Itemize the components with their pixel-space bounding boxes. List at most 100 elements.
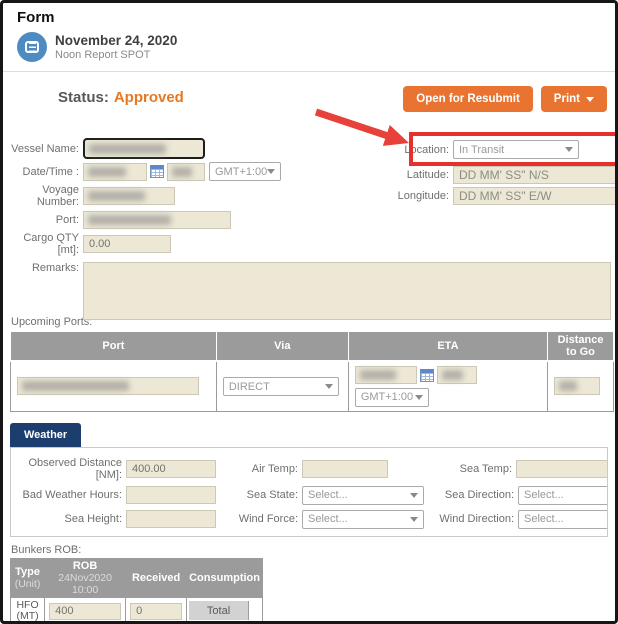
calendar-icon[interactable]: [150, 165, 164, 178]
redacted-text: [172, 167, 192, 177]
longitude-row: Longitude:: [383, 187, 618, 205]
report-header: November 24, 2020 Noon Report SPOT: [17, 32, 601, 62]
hfo-received-input[interactable]: [130, 603, 182, 620]
report-document-icon: [17, 32, 47, 62]
chevron-down-icon: [410, 493, 418, 498]
action-buttons: Open for Resubmit Print: [403, 86, 607, 112]
air-temp-label: Air Temp:: [216, 463, 302, 475]
sea-direction-select[interactable]: Select...: [518, 486, 608, 505]
status-value: Approved: [114, 89, 184, 106]
received-cell: [126, 597, 187, 624]
redacted-text: [89, 144, 166, 154]
page-title: Form: [17, 9, 601, 26]
print-button[interactable]: Print: [541, 86, 607, 112]
chevron-down-icon: [565, 147, 573, 152]
status-line: Status:Approved: [58, 89, 184, 106]
latitude-input[interactable]: [453, 166, 618, 184]
location-select[interactable]: In Transit: [453, 140, 579, 159]
tab-weather[interactable]: Weather: [10, 423, 81, 447]
via-select[interactable]: DIRECT: [223, 377, 339, 396]
redacted-text: [559, 381, 577, 391]
rob-cell: [45, 597, 126, 624]
sea-temp-label: Sea Temp:: [388, 463, 516, 475]
weather-row-3: Sea Height: Wind Force: Select... Wind D…: [11, 510, 607, 529]
chevron-down-icon: [267, 169, 275, 174]
sea-state-value: Select...: [308, 489, 348, 501]
form-page: Form November 24, 2020 Noon Report SPOT …: [0, 0, 618, 624]
eta-cell: GMT+1:00: [348, 361, 547, 411]
upcoming-port-input[interactable]: [17, 377, 199, 395]
type-header-text: Type: [15, 566, 40, 578]
weather-panel: Observed Distance [NM]: Air Temp: Sea Te…: [10, 447, 608, 537]
open-for-resubmit-button[interactable]: Open for Resubmit: [403, 86, 533, 112]
eta-timezone-select[interactable]: GMT+1:00: [355, 388, 429, 407]
date-input[interactable]: [83, 163, 147, 181]
received-header-text: Received: [132, 572, 180, 584]
eta-datetime-line: [355, 366, 541, 384]
time-input[interactable]: [167, 163, 205, 181]
observed-distance-input[interactable]: [126, 460, 216, 478]
col-header-distance-to-go: Distance to Go: [548, 332, 614, 362]
document-lines-glyph: [25, 41, 39, 53]
report-subtitle: Noon Report SPOT: [55, 49, 177, 61]
hfo-rob-input[interactable]: [49, 603, 121, 620]
redacted-text: [88, 167, 126, 177]
bunkers-row-hfo: HFO(MT) Total: [11, 597, 263, 624]
cargo-qty-input[interactable]: [83, 235, 171, 253]
via-cell: DIRECT: [216, 361, 348, 411]
report-title-block: November 24, 2020 Noon Report SPOT: [55, 33, 177, 61]
upcoming-ports-data-row: DIRECT GMT+1:00: [11, 361, 614, 411]
print-caret-icon: [586, 97, 594, 102]
chevron-down-icon: [415, 395, 423, 400]
bad-weather-hours-label: Bad Weather Hours:: [11, 489, 126, 501]
timezone-value: GMT+1:00: [215, 166, 267, 178]
timezone-select[interactable]: GMT+1:00: [209, 162, 281, 181]
bunkers-rob-label: Bunkers ROB:: [11, 544, 615, 556]
hfo-total-cell: Total: [189, 601, 248, 620]
air-temp-input[interactable]: [302, 460, 388, 478]
port-row: Port:: [9, 211, 359, 229]
weather-row-2: Bad Weather Hours: Sea State: Select... …: [11, 486, 607, 505]
longitude-input[interactable]: [453, 187, 618, 205]
voyage-number-input[interactable]: [83, 187, 175, 205]
sea-temp-input[interactable]: [516, 460, 608, 478]
status-row: Status:Approved Open for Resubmit Print: [58, 86, 607, 116]
wind-direction-select[interactable]: Select...: [518, 510, 608, 529]
col-header-port: Port: [11, 332, 217, 362]
vessel-name-input[interactable]: [83, 138, 205, 159]
spare-cell: [248, 601, 260, 620]
eta-timezone-value: GMT+1:00: [361, 391, 413, 403]
location-value: In Transit: [459, 144, 504, 156]
sea-height-input[interactable]: [126, 510, 216, 528]
titlebar: Form: [3, 3, 615, 26]
vessel-name-label: Vessel Name:: [9, 143, 83, 155]
form-right-column: Location: In Transit Latitude: Longitude…: [383, 140, 618, 208]
remarks-row: Remarks:: [9, 262, 359, 320]
header-divider: [3, 71, 615, 72]
sea-direction-label: Sea Direction:: [424, 489, 518, 501]
fuel-unit: (MT): [16, 610, 38, 622]
report-date: November 24, 2020: [55, 33, 177, 48]
remarks-textarea[interactable]: [83, 262, 611, 320]
eta-time-input[interactable]: [437, 366, 477, 384]
sea-state-select[interactable]: Select...: [302, 486, 424, 505]
chevron-down-icon: [410, 517, 418, 522]
bad-weather-hours-input[interactable]: [126, 486, 216, 504]
wind-force-label: Wind Force:: [216, 513, 302, 525]
port-input[interactable]: [83, 211, 231, 229]
redacted-text: [442, 370, 463, 380]
wind-force-select[interactable]: Select...: [302, 510, 424, 529]
wind-direction-value: Select...: [524, 513, 564, 525]
redacted-text: [360, 370, 396, 380]
wind-force-value: Select...: [308, 513, 348, 525]
upcoming-ports-header-row: Port Via ETA Distance to Go: [11, 332, 614, 362]
calendar-icon[interactable]: [420, 369, 434, 382]
redacted-text: [88, 215, 171, 225]
upcoming-ports-table: Port Via ETA Distance to Go DIRECT GMT+1…: [10, 331, 614, 412]
longitude-label: Longitude:: [383, 190, 453, 202]
fuel-type-cell: HFO(MT): [11, 597, 45, 624]
distance-to-go-input[interactable]: [554, 377, 600, 395]
main-form: Vessel Name: Date/Time : GMT+1:00 Voyage…: [9, 138, 609, 308]
eta-date-input[interactable]: [355, 366, 417, 384]
datetime-row: Date/Time : GMT+1:00: [9, 162, 359, 181]
